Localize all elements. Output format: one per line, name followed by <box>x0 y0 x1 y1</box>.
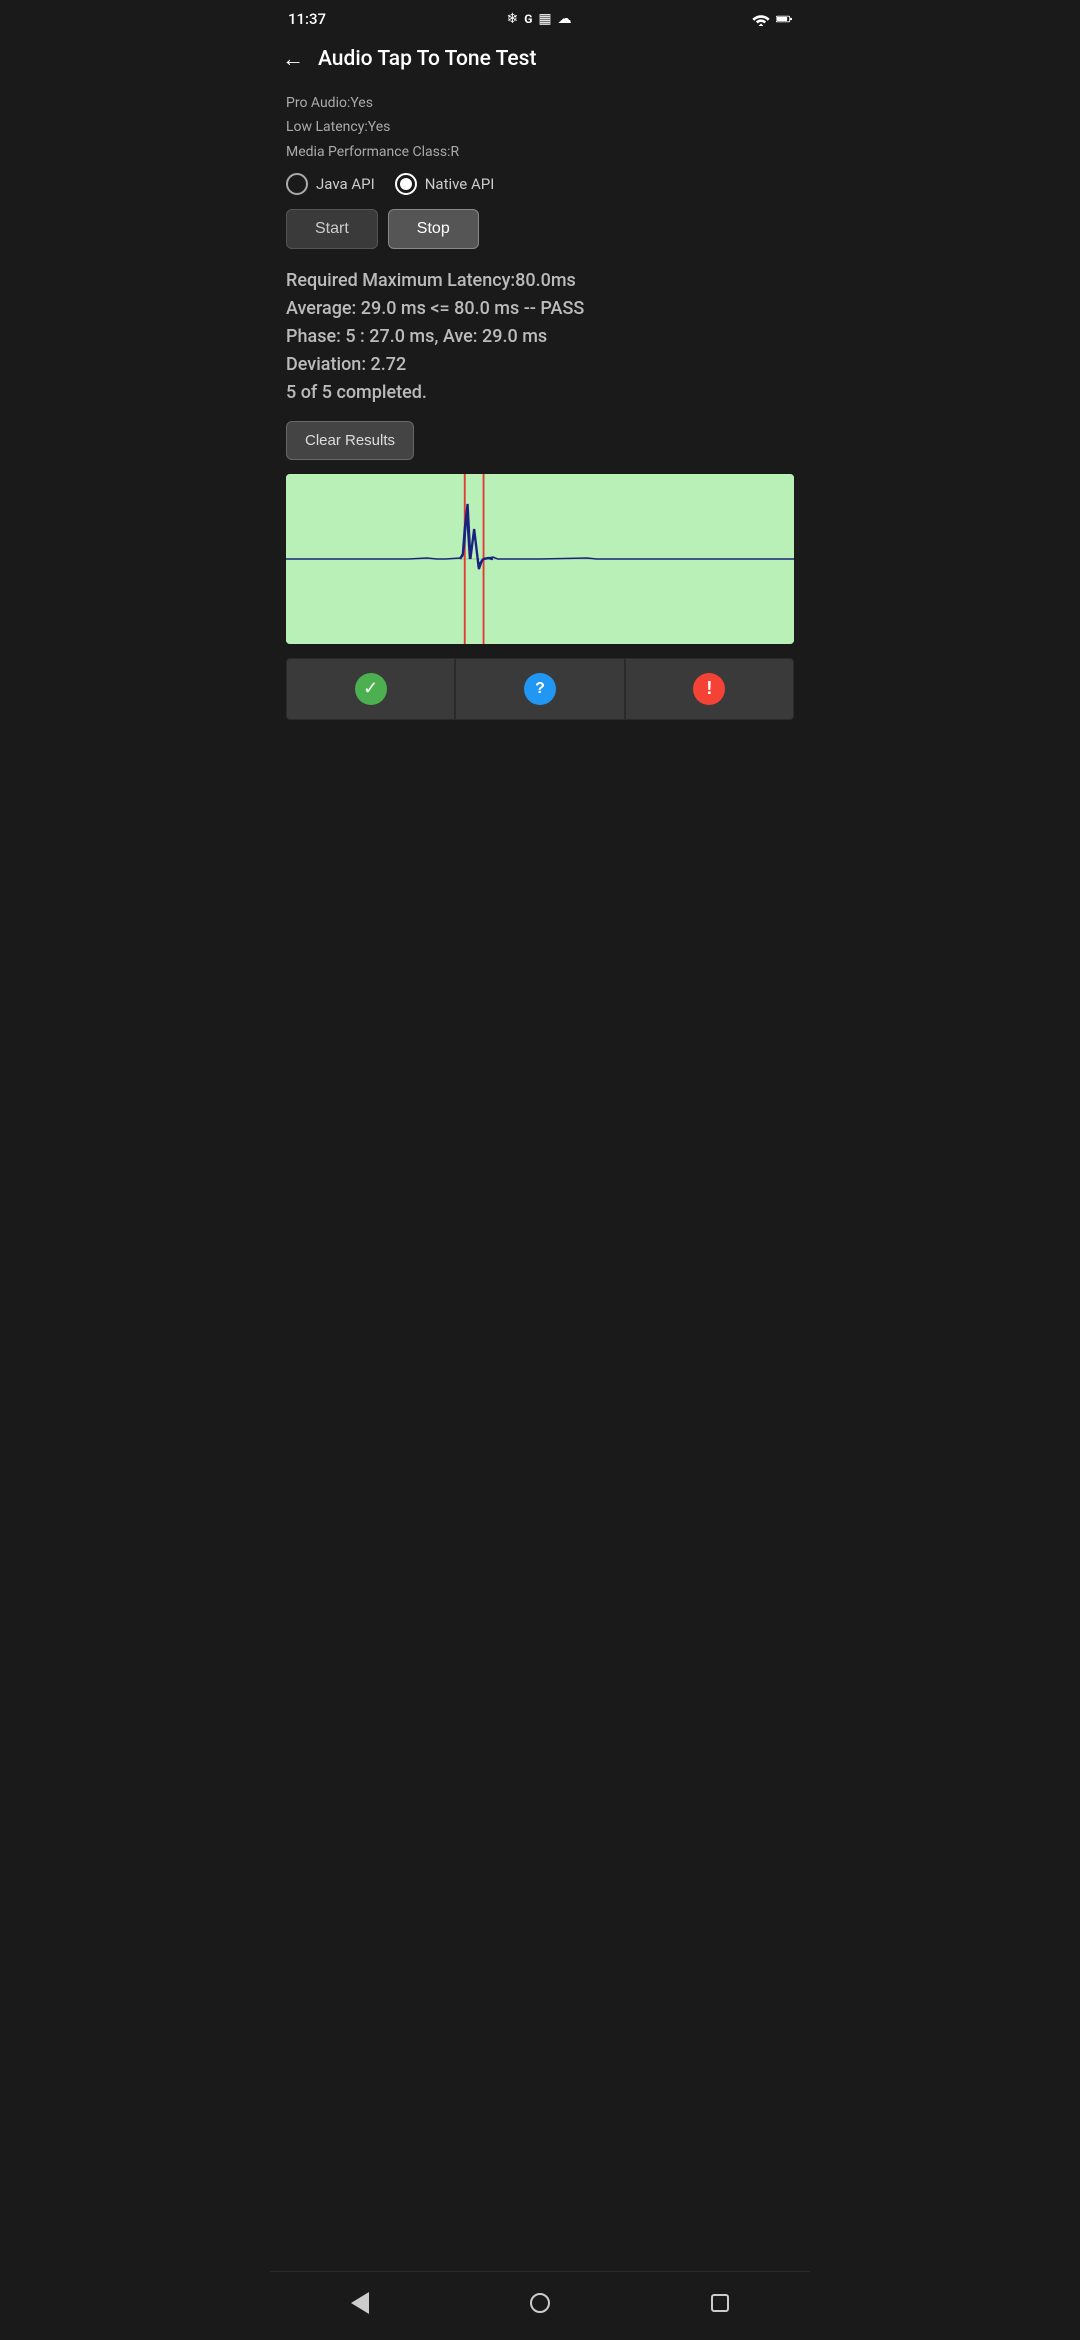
back-button[interactable]: ← <box>282 46 304 72</box>
result-line-2: Average: 29.0 ms <= 80.0 ms -- PASS <box>286 295 794 323</box>
waveform-chart <box>286 474 794 644</box>
results-section: Required Maximum Latency:80.0ms Average:… <box>286 267 794 406</box>
nav-back-button[interactable] <box>331 2286 389 2320</box>
java-api-label: Java API <box>316 175 375 193</box>
nav-back-icon <box>351 2292 369 2314</box>
nav-home-button[interactable] <box>510 2287 570 2319</box>
cloud-icon: ☁ <box>558 11 572 27</box>
nav-home-icon <box>530 2293 550 2313</box>
question-button[interactable]: ? <box>455 658 624 720</box>
api-radio-group: Java API Native API <box>286 173 794 195</box>
waveform-svg <box>286 474 794 644</box>
action-buttons: ✓ ? ! <box>286 658 794 720</box>
nav-recents-icon <box>711 2294 729 2312</box>
error-icon: ! <box>693 673 725 705</box>
status-icons-left: ❄ G ▦ ☁ <box>506 11 571 27</box>
pass-button[interactable]: ✓ <box>286 658 455 720</box>
pro-audio-label: Pro Audio:Yes <box>286 92 794 114</box>
start-button[interactable]: Start <box>286 209 378 249</box>
question-icon: ? <box>524 673 556 705</box>
native-api-radio[interactable]: Native API <box>395 173 495 195</box>
native-api-label: Native API <box>425 175 495 193</box>
low-latency-label: Low Latency:Yes <box>286 116 794 138</box>
page-title: Audio Tap To Tone Test <box>318 47 536 71</box>
result-line-1: Required Maximum Latency:80.0ms <box>286 267 794 295</box>
status-icons-right <box>752 12 792 26</box>
google-icon: G <box>524 12 532 26</box>
media-performance-label: Media Performance Class:R <box>286 141 794 163</box>
battery-icon <box>776 12 792 26</box>
native-api-radio-inner <box>400 178 412 190</box>
pass-icon: ✓ <box>355 673 387 705</box>
nav-recents-button[interactable] <box>691 2288 749 2318</box>
error-button[interactable]: ! <box>625 658 794 720</box>
native-api-radio-outer <box>395 173 417 195</box>
java-api-radio-outer <box>286 173 308 195</box>
clear-results-button[interactable]: Clear Results <box>286 421 414 460</box>
main-content: Pro Audio:Yes Low Latency:Yes Media Perf… <box>270 84 810 820</box>
app-bar: ← Audio Tap To Tone Test <box>270 34 810 84</box>
calendar-icon: ▦ <box>538 11 551 27</box>
java-api-radio[interactable]: Java API <box>286 173 375 195</box>
nav-bar <box>270 2271 810 2340</box>
result-line-3: Phase: 5 : 27.0 ms, Ave: 29.0 ms <box>286 323 794 351</box>
status-bar: 11:37 ❄ G ▦ ☁ <box>270 0 810 34</box>
control-buttons: Start Stop <box>286 209 794 249</box>
result-line-4: Deviation: 2.72 <box>286 351 794 379</box>
stop-button[interactable]: Stop <box>388 209 479 249</box>
result-line-5: 5 of 5 completed. <box>286 379 794 407</box>
fan-icon: ❄ <box>506 11 518 27</box>
status-time: 11:37 <box>288 10 326 28</box>
wifi-icon <box>752 12 770 26</box>
